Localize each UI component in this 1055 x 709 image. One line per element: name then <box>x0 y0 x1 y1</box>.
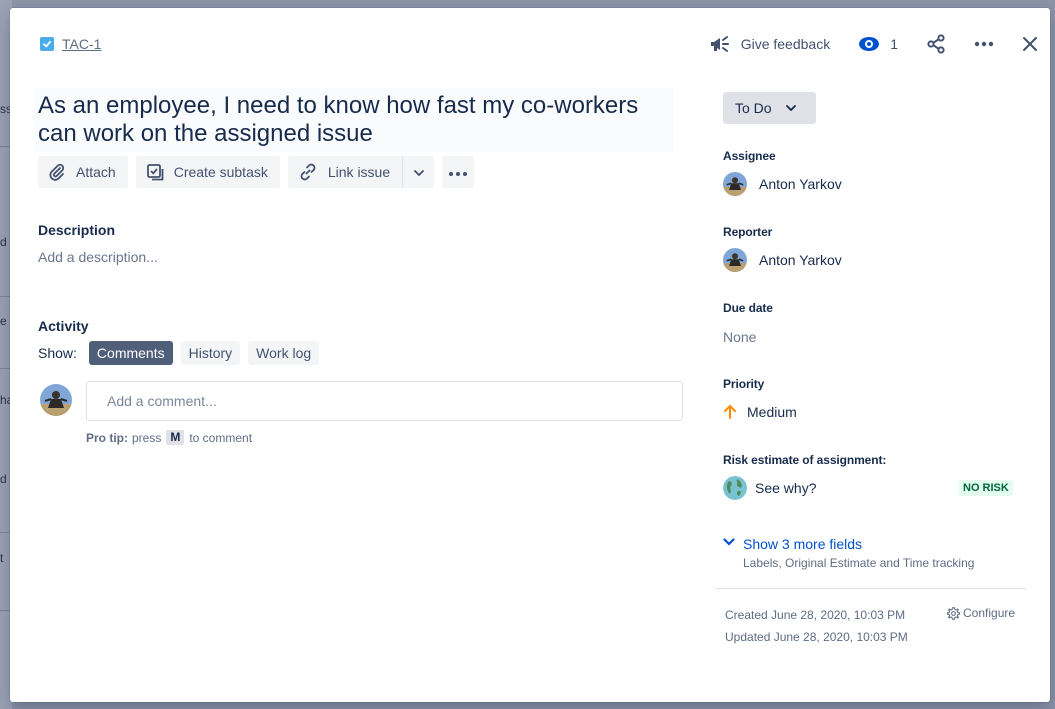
give-feedback-button[interactable]: Give feedback <box>709 34 831 54</box>
tab-work-log[interactable]: Work log <box>248 341 320 365</box>
ellipsis-icon <box>974 41 994 47</box>
shortcut-key: M <box>166 430 185 445</box>
megaphone-icon <box>709 34 731 54</box>
show-more-fields-button[interactable]: Show 3 more fields Labels, Original Esti… <box>723 536 974 570</box>
pro-tip-label: Pro tip: <box>86 430 128 445</box>
assignee-name: Anton Yarkov <box>759 176 842 192</box>
risk-estimate-field[interactable]: See why? <box>723 476 816 500</box>
header-actions: Give feedback 1 <box>681 30 1038 58</box>
more-actions-button[interactable] <box>974 41 994 47</box>
pro-tip-suffix: to comment <box>189 430 253 445</box>
description-heading: Description <box>38 222 116 238</box>
priority-value: Medium <box>747 404 797 420</box>
link-icon <box>298 162 318 182</box>
attach-label: Attach <box>76 164 116 180</box>
updated-timestamp: Updated June 28, 2020, 10:03 PM <box>725 630 908 644</box>
subtask-icon <box>146 163 164 181</box>
priority-field[interactable]: Medium <box>723 404 797 420</box>
current-user-avatar <box>40 384 72 416</box>
close-button[interactable] <box>1022 36 1038 52</box>
priority-label: Priority <box>723 377 765 391</box>
due-date-field[interactable]: None <box>723 329 756 345</box>
reporter-field[interactable]: Anton Yarkov <box>723 248 842 272</box>
eye-icon <box>858 36 880 52</box>
board-divider <box>0 368 10 369</box>
risk-estimate-label: Risk estimate of assignment: <box>723 453 887 467</box>
reporter-label: Reporter <box>723 225 773 239</box>
no-risk-badge: NO RISK <box>959 480 1013 496</box>
assignee-field[interactable]: Anton Yarkov <box>723 172 842 196</box>
sidebar-divider <box>715 588 1026 589</box>
board-card-fragment: e <box>0 314 7 328</box>
arrow-up-icon <box>723 404 737 420</box>
issue-key-link[interactable]: TAC-1 <box>62 36 101 52</box>
share-icon <box>926 34 946 54</box>
globe-icon <box>723 476 747 500</box>
board-card-fragment: ss <box>0 102 10 116</box>
create-subtask-label: Create subtask <box>173 164 268 180</box>
reporter-name: Anton Yarkov <box>759 252 842 268</box>
status-label: To Do <box>735 100 772 116</box>
tab-history[interactable]: History <box>180 341 241 365</box>
gear-icon <box>947 606 960 620</box>
configure-button[interactable]: Configure <box>947 606 1015 620</box>
activity-heading: Activity <box>38 318 89 334</box>
board-divider <box>0 146 10 147</box>
chevron-down-icon <box>413 163 424 181</box>
link-issue-label: Link issue <box>327 164 391 180</box>
board-divider <box>0 296 10 297</box>
share-button[interactable] <box>926 34 946 54</box>
pro-tip-press: press <box>132 430 162 445</box>
board-card-fragment: t <box>0 551 4 565</box>
reporter-avatar <box>723 248 747 272</box>
chevron-down-icon <box>785 105 796 111</box>
description-editor[interactable]: Add a description... <box>38 249 158 265</box>
chevron-down-icon <box>723 538 735 570</box>
issue-detail-modal: TAC-1 Give feedback 1 As an employee, I … <box>10 8 1050 702</box>
ellipsis-icon <box>449 163 468 181</box>
pro-tip: Pro tip: press M to comment <box>86 430 252 445</box>
show-label: Show: <box>38 345 77 361</box>
toolbar-more-button[interactable] <box>442 156 475 188</box>
see-why-link[interactable]: See why? <box>755 480 816 496</box>
attach-button[interactable]: Attach <box>38 156 128 188</box>
give-feedback-label: Give feedback <box>740 36 831 52</box>
issue-summary-title[interactable]: As an employee, I need to know how fast … <box>34 88 674 152</box>
board-divider <box>0 610 10 611</box>
activity-filter: Show: Comments History Work log <box>38 341 327 365</box>
story-type-icon <box>40 37 54 51</box>
assignee-avatar <box>723 172 747 196</box>
close-icon <box>1022 36 1038 52</box>
due-date-label: Due date <box>723 301 773 315</box>
issue-key-breadcrumb[interactable]: TAC-1 <box>40 36 101 52</box>
tab-comments[interactable]: Comments <box>88 341 173 365</box>
link-issue-dropdown-button[interactable] <box>402 156 435 188</box>
comment-input[interactable] <box>86 381 683 421</box>
board-card-fragment: d <box>0 235 7 249</box>
due-date-value: None <box>723 329 757 345</box>
create-subtask-button[interactable]: Create subtask <box>135 156 280 188</box>
assignee-label: Assignee <box>723 149 776 163</box>
watcher-count: 1 <box>890 36 898 52</box>
show-more-fields-title: Show 3 more fields <box>743 536 863 552</box>
paperclip-icon <box>48 163 66 181</box>
board-card-fragment: ha <box>0 393 10 407</box>
configure-label: Configure <box>963 606 1016 620</box>
link-issue-button[interactable]: Link issue <box>287 156 403 188</box>
board-divider <box>0 532 10 533</box>
board-card-fragment: d <box>0 472 7 486</box>
link-issue-group: Link issue <box>287 156 435 188</box>
issue-toolbar: Attach Create subtask Link issue <box>38 156 475 188</box>
status-dropdown[interactable]: To Do <box>723 92 816 124</box>
watch-button[interactable]: 1 <box>858 36 898 52</box>
created-timestamp: Created June 28, 2020, 10:03 PM <box>725 608 906 622</box>
show-more-fields-subtitle: Labels, Original Estimate and Time track… <box>743 556 975 570</box>
